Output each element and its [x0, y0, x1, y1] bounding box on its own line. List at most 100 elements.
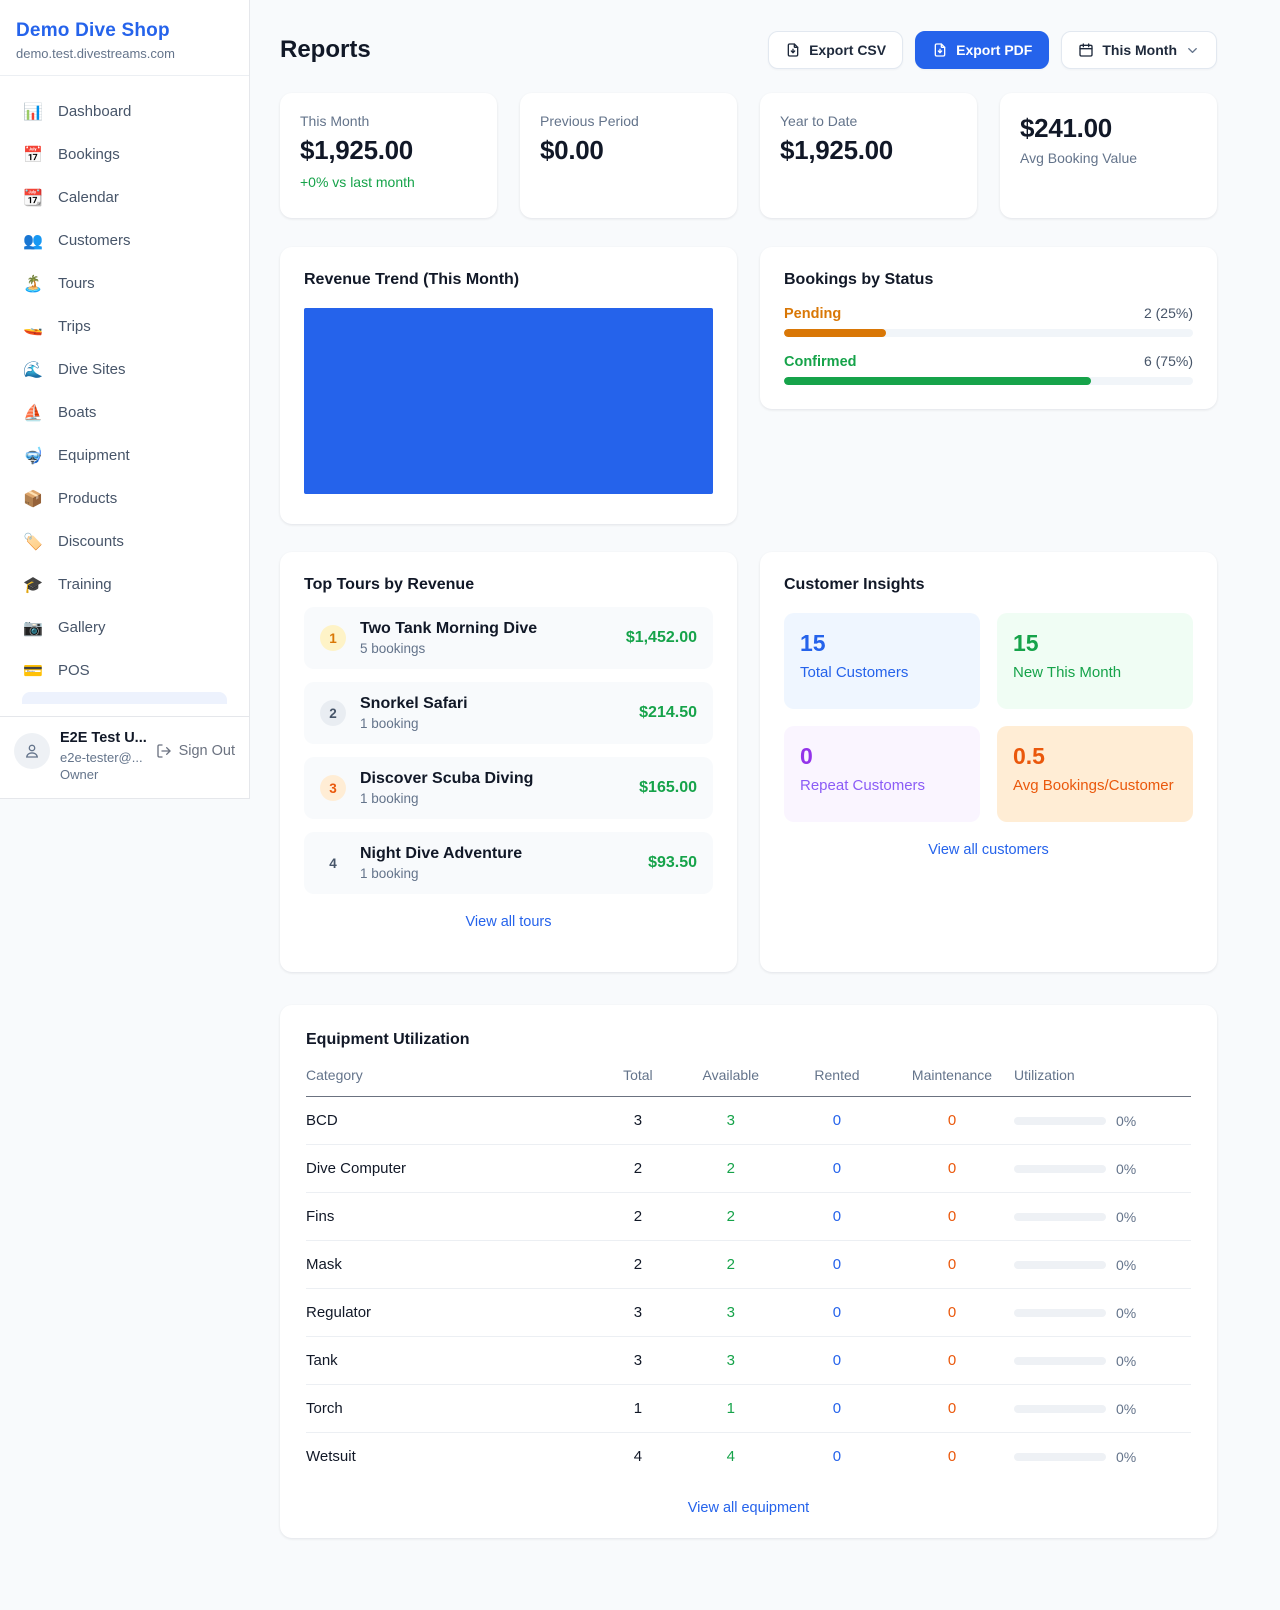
- top-tours-title: Top Tours by Revenue: [304, 576, 713, 594]
- cell-total: 1: [598, 1385, 678, 1433]
- cell-utilization: 0%: [1116, 1449, 1136, 1465]
- table-row: Torch 1 1 0 0 0%: [306, 1385, 1191, 1433]
- cell-total: 2: [598, 1193, 678, 1241]
- cell-rented: 0: [784, 1289, 890, 1337]
- credit-card-icon: 💳: [22, 661, 44, 681]
- cell-maintenance: 0: [890, 1241, 1014, 1289]
- view-all-tours-link[interactable]: View all tours: [304, 914, 713, 930]
- cell-category: Wetsuit: [306, 1433, 598, 1481]
- sidebar-item-label: Dive Sites: [58, 361, 126, 378]
- export-pdf-label: Export PDF: [956, 42, 1032, 58]
- person-icon: [23, 742, 41, 760]
- status-bar-fill: [784, 329, 886, 337]
- sidebar-item-equipment[interactable]: 🤿Equipment: [12, 434, 237, 477]
- cell-category: Fins: [306, 1193, 598, 1241]
- bookings-by-status-card: Bookings by Status Pending 2 (25%) Confi…: [760, 247, 1217, 409]
- sidebar-item-reports-partial[interactable]: [22, 692, 227, 704]
- cell-category: Torch: [306, 1385, 598, 1433]
- export-pdf-button[interactable]: Export PDF: [915, 31, 1049, 69]
- view-all-equipment-link[interactable]: View all equipment: [306, 1500, 1191, 1516]
- period-dropdown[interactable]: This Month: [1061, 31, 1217, 69]
- stat-label: Avg Booking Value: [1020, 150, 1197, 166]
- sidebar-item-customers[interactable]: 👥Customers: [12, 219, 237, 262]
- sidebar-item-boats[interactable]: ⛵Boats: [12, 391, 237, 434]
- cell-total: 3: [598, 1337, 678, 1385]
- sidebar-item-tours[interactable]: 🏝️ Tours: [12, 262, 237, 305]
- sidebar-item-calendar[interactable]: 📆Calendar: [12, 176, 237, 219]
- status-label: Confirmed: [784, 354, 857, 370]
- avatar: [14, 733, 50, 769]
- cell-available: 3: [678, 1289, 784, 1337]
- table-row: Regulator 3 3 0 0 0%: [306, 1289, 1191, 1337]
- sidebar-item-trips[interactable]: 🚤Trips: [12, 305, 237, 348]
- cell-maintenance: 0: [890, 1193, 1014, 1241]
- utilization-bar: [1014, 1453, 1106, 1461]
- user-panel: E2E Test U... e2e-tester@... Owner Sign …: [0, 716, 249, 798]
- cell-maintenance: 0: [890, 1433, 1014, 1481]
- camera-icon: 📷: [22, 618, 44, 638]
- cell-rented: 0: [784, 1097, 890, 1145]
- brand-block: Demo Dive Shop demo.test.divestreams.com: [0, 0, 249, 76]
- rank-badge: 3: [320, 775, 346, 801]
- stat-label: This Month: [300, 113, 477, 129]
- period-label: This Month: [1102, 42, 1177, 58]
- cell-rented: 0: [784, 1241, 890, 1289]
- island-icon: 🏝️: [22, 274, 44, 294]
- tile-label: Repeat Customers: [800, 777, 964, 794]
- insight-grid: 15 Total Customers 15 New This Month 0 R…: [784, 613, 1193, 822]
- utilization-bar: [1014, 1357, 1106, 1365]
- calendar-17-icon: 📅: [22, 145, 44, 165]
- rank-badge: 4: [320, 850, 346, 876]
- tile-avg-bookings-customer: 0.5 Avg Bookings/Customer: [997, 726, 1193, 822]
- user-info: E2E Test U... e2e-tester@... Owner: [60, 729, 146, 784]
- tour-row[interactable]: 1 Two Tank Morning Dive5 bookings $1,452…: [304, 607, 713, 669]
- cell-maintenance: 0: [890, 1385, 1014, 1433]
- stat-label: Year to Date: [780, 113, 957, 129]
- table-header-row: Category Total Available Rented Maintena…: [306, 1067, 1191, 1097]
- rank-badge: 2: [320, 700, 346, 726]
- sidebar-item-products[interactable]: 📦Products: [12, 477, 237, 520]
- tile-value: 15: [800, 630, 964, 657]
- export-csv-button[interactable]: Export CSV: [768, 31, 903, 69]
- sidebar-item-dashboard[interactable]: 📊Dashboard: [12, 90, 237, 133]
- view-all-customers-link[interactable]: View all customers: [784, 842, 1193, 858]
- cell-total: 2: [598, 1241, 678, 1289]
- col-header-category: Category: [306, 1067, 598, 1097]
- stat-card-this-month: This Month $1,925.00 +0% vs last month: [280, 93, 497, 218]
- sidebar-item-gallery[interactable]: 📷Gallery: [12, 606, 237, 649]
- tour-row[interactable]: 3 Discover Scuba Diving1 booking $165.00: [304, 757, 713, 819]
- tour-row[interactable]: 4 Night Dive Adventure1 booking $93.50: [304, 832, 713, 894]
- sidebar-item-label: Calendar: [58, 189, 119, 206]
- sidebar-item-training[interactable]: 🎓Training: [12, 563, 237, 606]
- header-actions: Export CSV Export PDF This Month: [768, 31, 1217, 69]
- cell-maintenance: 0: [890, 1145, 1014, 1193]
- table-row: BCD 3 3 0 0 0%: [306, 1097, 1191, 1145]
- cell-utilization: 0%: [1116, 1257, 1136, 1273]
- sidebar-item-bookings[interactable]: 📅Bookings: [12, 133, 237, 176]
- stat-value: $0.00: [540, 135, 717, 166]
- stat-label: Previous Period: [540, 113, 717, 129]
- page-header: Reports Export CSV Export PDF This Month: [280, 31, 1217, 69]
- utilization-bar: [1014, 1213, 1106, 1221]
- revenue-trend-card: Revenue Trend (This Month): [280, 247, 737, 524]
- sidebar-item-dive-sites[interactable]: 🌊Dive Sites: [12, 348, 237, 391]
- sailboat-icon: ⛵: [22, 403, 44, 423]
- cell-available: 3: [678, 1097, 784, 1145]
- sign-out-button[interactable]: Sign Out: [156, 743, 235, 759]
- sidebar-item-label: Training: [58, 576, 112, 593]
- sidebar-item-label: Tours: [58, 275, 95, 292]
- cell-rented: 0: [784, 1145, 890, 1193]
- tile-label: Total Customers: [800, 664, 964, 681]
- cell-available: 1: [678, 1385, 784, 1433]
- cell-category: Dive Computer: [306, 1145, 598, 1193]
- status-row-confirmed: Confirmed 6 (75%): [784, 353, 1193, 385]
- tour-row[interactable]: 2 Snorkel Safari1 booking $214.50: [304, 682, 713, 744]
- sidebar-item-discounts[interactable]: 🏷️Discounts: [12, 520, 237, 563]
- sidebar-item-label: Equipment: [58, 447, 130, 464]
- tile-value: 0: [800, 743, 964, 770]
- tile-new-this-month: 15 New This Month: [997, 613, 1193, 709]
- tour-revenue: $1,452.00: [626, 629, 697, 647]
- calendar-icon: [1078, 42, 1094, 58]
- cell-category: BCD: [306, 1097, 598, 1145]
- sidebar-item-pos[interactable]: 💳POS: [12, 649, 237, 692]
